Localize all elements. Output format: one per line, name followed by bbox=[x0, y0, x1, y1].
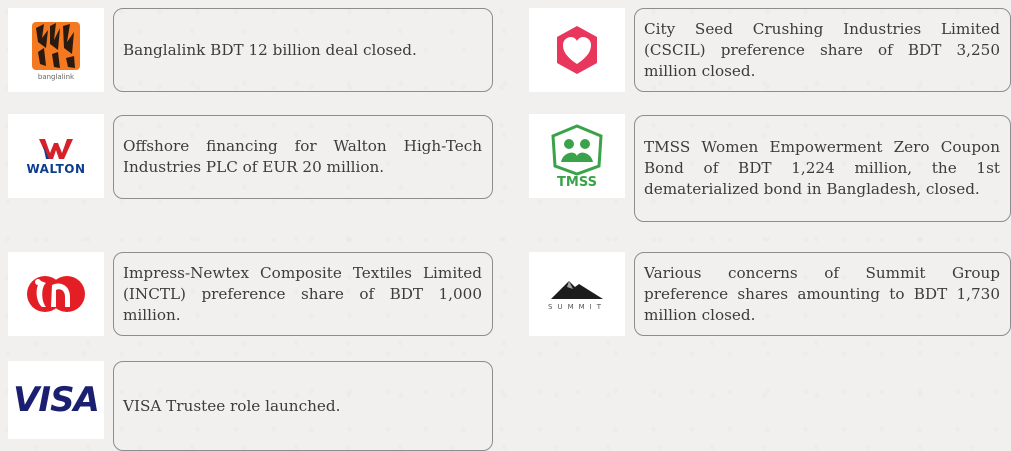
visa-logo: VISA bbox=[8, 361, 104, 439]
heart-icon bbox=[557, 26, 597, 74]
banglalink-wordmark: banglalink bbox=[37, 72, 75, 81]
summit-wordmark: SUMMIT bbox=[548, 303, 606, 311]
deal-description-box: Impress-Newtex Composite Textiles Limite… bbox=[113, 252, 493, 336]
impress-newtex-icon bbox=[27, 276, 85, 312]
tmss-logo: TMSS bbox=[529, 114, 625, 198]
deal-description: City Seed Crushing Industries Limited (C… bbox=[644, 19, 1000, 80]
banglalink-tiger-icon bbox=[32, 21, 80, 70]
deal-description: Banglalink BDT 12 billion deal closed. bbox=[123, 40, 417, 59]
summit-mountain-icon bbox=[551, 281, 603, 299]
deal-description-box: Offshore financing for Walton High-Tech … bbox=[113, 115, 493, 199]
banglalink-logo: banglalink bbox=[8, 8, 104, 92]
walton-logo: WALTON bbox=[8, 114, 104, 198]
walton-w-icon bbox=[38, 138, 73, 159]
walton-wordmark: WALTON bbox=[26, 161, 86, 176]
deal-description-box: VISA Trustee role launched. bbox=[113, 361, 493, 451]
deal-description: Various concerns of Summit Group prefere… bbox=[644, 263, 1000, 324]
cscil-heart-logo bbox=[529, 8, 625, 92]
deal-description-box: Various concerns of Summit Group prefere… bbox=[634, 252, 1011, 336]
deal-description: Offshore financing for Walton High-Tech … bbox=[123, 137, 482, 176]
deal-description: Impress-Newtex Composite Textiles Limite… bbox=[123, 263, 482, 324]
deal-description-box: TMSS Women Empowerment Zero Coupon Bond … bbox=[634, 115, 1011, 222]
summit-logo: SUMMIT bbox=[529, 252, 625, 336]
impress-newtex-logo bbox=[8, 252, 104, 336]
tmss-wordmark: TMSS bbox=[557, 175, 597, 190]
deal-description-box: Banglalink BDT 12 billion deal closed. bbox=[113, 8, 493, 92]
deal-description: VISA Trustee role launched. bbox=[123, 396, 341, 415]
deal-description-box: City Seed Crushing Industries Limited (C… bbox=[634, 8, 1011, 92]
deal-description: TMSS Women Empowerment Zero Coupon Bond … bbox=[644, 138, 1000, 198]
tmss-emblem-icon: TMSS bbox=[551, 124, 603, 190]
visa-wordmark: VISA bbox=[13, 380, 100, 420]
